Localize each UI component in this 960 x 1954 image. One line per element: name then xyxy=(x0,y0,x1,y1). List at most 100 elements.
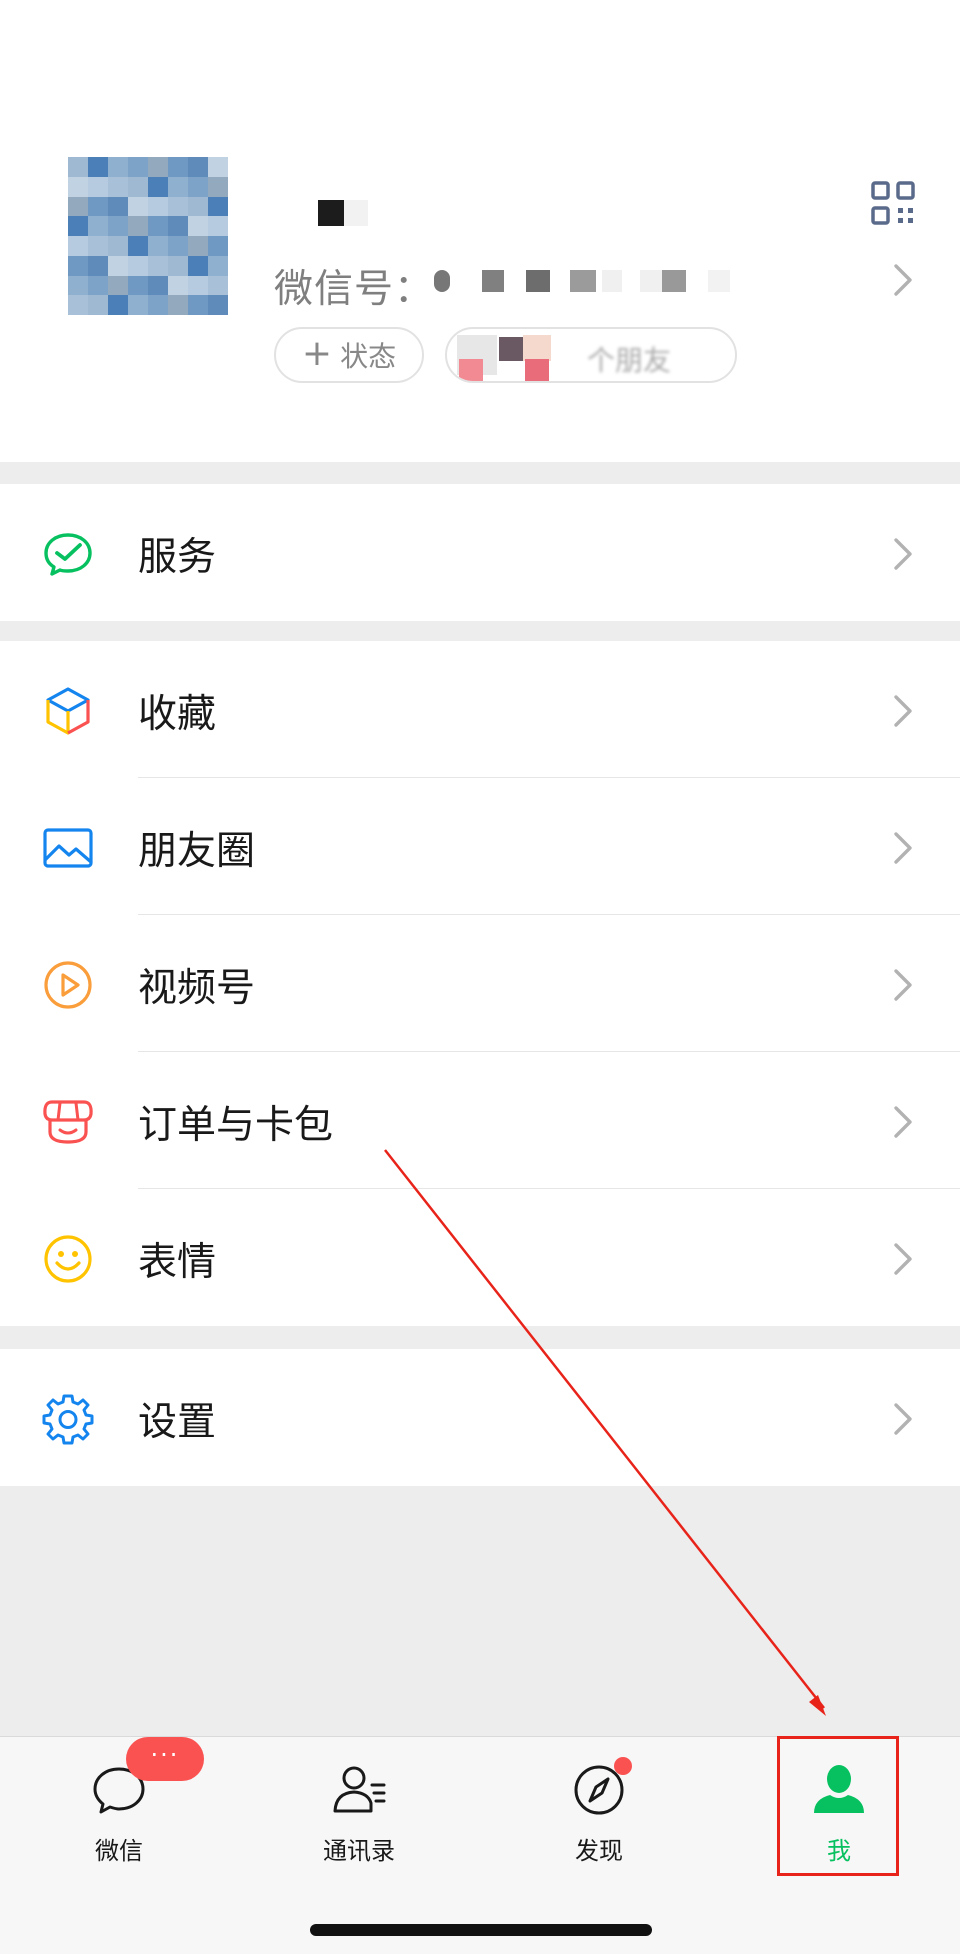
chevron-right-icon xyxy=(894,969,912,1001)
chevron-right-icon xyxy=(894,538,912,570)
chevron-right-icon xyxy=(894,695,912,727)
menu-item-orders-cards[interactable]: 订单与卡包 xyxy=(0,1052,960,1189)
avatar-mosaic-tile xyxy=(88,216,108,236)
avatar-mosaic-tile xyxy=(148,157,168,177)
avatar-mosaic-tile xyxy=(108,176,128,197)
avatar-mosaic-tile xyxy=(68,176,88,197)
avatar-mosaic-tile xyxy=(88,255,108,276)
cube-icon xyxy=(46,687,90,735)
avatar-mosaic-tile xyxy=(128,216,148,236)
avatar-mosaic-tile xyxy=(128,176,148,197)
plus-icon: + xyxy=(301,332,333,374)
avatar-mosaic-tile xyxy=(68,216,88,236)
tab-label-contacts: 通讯录 xyxy=(323,1837,395,1865)
menu-item-moments[interactable]: 朋友圈 xyxy=(0,778,960,915)
chevron-right-icon xyxy=(894,1403,912,1435)
avatar-mosaic-tile xyxy=(208,196,228,217)
menu-group-main: 收藏 朋友圈 视频号 订单与卡包 表情 xyxy=(0,641,960,1326)
avatar-mosaic-tile xyxy=(168,275,188,296)
tab-label-chats: 微信 xyxy=(95,1837,143,1865)
avatar-mosaic-tile xyxy=(168,196,188,217)
avatar-mosaic-tile xyxy=(208,176,228,197)
avatar-mosaic-tile xyxy=(88,176,108,197)
home-indicator[interactable] xyxy=(310,1924,652,1936)
friends-status-button[interactable]: 个朋友 xyxy=(445,327,737,383)
avatar-mosaic-tile xyxy=(108,295,128,315)
avatar-mosaic-tile xyxy=(108,196,128,217)
avatar-mosaic-tile xyxy=(168,216,188,236)
avatar-mosaic-tile xyxy=(148,236,168,256)
avatar-mosaic-tile xyxy=(208,236,228,256)
status-label: 状态 xyxy=(340,340,397,373)
avatar-mosaic-tile xyxy=(128,236,148,256)
avatar-mosaic-tile xyxy=(188,295,208,315)
menu-item-favorites[interactable]: 收藏 xyxy=(0,641,960,778)
friends-status-label: 个朋友 xyxy=(587,344,672,377)
menu-label-settings: 设置 xyxy=(138,1400,217,1445)
avatar-mosaic-tile xyxy=(68,236,88,256)
avatar-mosaic-tile xyxy=(208,295,228,315)
wechat-id-redacted xyxy=(430,266,730,294)
chevron-right-icon xyxy=(894,1106,912,1138)
avatar-mosaic-tile xyxy=(88,157,108,177)
avatar-mosaic-tile xyxy=(148,255,168,276)
avatar-mosaic-tile xyxy=(168,295,188,315)
menu-label-services: 服务 xyxy=(138,535,217,580)
annotation-highlight-box xyxy=(777,1736,899,1876)
avatar-mosaic-tile xyxy=(188,255,208,276)
tab-label-discover: 发现 xyxy=(575,1837,623,1865)
avatar-mosaic-tile xyxy=(188,157,208,177)
avatar-mosaic-tile xyxy=(88,236,108,256)
tab-contacts[interactable]: 通讯录 xyxy=(299,1761,419,1871)
menu-item-services[interactable]: 服务 xyxy=(0,484,960,621)
avatar-mosaic-tile xyxy=(188,216,208,236)
menu-group-services: 服务 xyxy=(0,484,960,621)
avatar[interactable] xyxy=(68,157,228,315)
avatar-mosaic-tile xyxy=(168,157,188,177)
avatar-mosaic-tile xyxy=(68,255,88,276)
contacts-icon xyxy=(333,1766,386,1813)
avatar-mosaic-tile xyxy=(148,196,168,217)
avatar-mosaic-tile xyxy=(208,275,228,296)
avatar-mosaic-tile xyxy=(128,157,148,177)
avatar-mosaic-tile xyxy=(168,176,188,197)
menu-label-orders-cards: 订单与卡包 xyxy=(138,1103,334,1148)
wechat-pay-icon xyxy=(44,533,92,576)
menu-label-moments: 朋友圈 xyxy=(138,829,256,874)
avatar-mosaic-tile xyxy=(148,295,168,315)
avatar-mosaic-tile xyxy=(108,236,128,256)
menu-label-favorites: 收藏 xyxy=(138,692,217,737)
menu-group-settings: 设置 xyxy=(0,1349,960,1486)
avatar-mosaic-tile xyxy=(148,216,168,236)
tab-discover[interactable]: 发现 xyxy=(539,1761,659,1871)
avatar-mosaic-tile xyxy=(208,255,228,276)
avatar-mosaic-tile xyxy=(68,157,88,177)
picture-icon xyxy=(43,828,93,868)
avatar-mosaic-tile xyxy=(148,275,168,296)
gear-icon xyxy=(42,1394,94,1445)
profile-chevron-right-icon[interactable] xyxy=(892,262,914,298)
avatar-mosaic-tile xyxy=(128,295,148,315)
avatar-mosaic-tile xyxy=(128,275,148,296)
chevron-right-icon xyxy=(894,1243,912,1275)
profile-header: 微信号： + 状态 个朋友 xyxy=(0,0,960,462)
avatar-mosaic-tile xyxy=(208,157,228,177)
avatar-mosaic-tile xyxy=(168,255,188,276)
avatar-mosaic-tile xyxy=(148,176,168,197)
add-status-button[interactable]: + 状态 xyxy=(274,327,424,383)
menu-label-stickers: 表情 xyxy=(138,1240,217,1285)
discover-new-dot xyxy=(614,1757,632,1775)
play-circle-icon xyxy=(44,961,92,1009)
avatar-mosaic-tile xyxy=(108,157,128,177)
menu-item-stickers[interactable]: 表情 xyxy=(0,1189,960,1326)
avatar-mosaic-tile xyxy=(128,196,148,217)
qr-code-icon[interactable] xyxy=(871,181,915,225)
menu-item-settings[interactable]: 设置 xyxy=(0,1349,960,1486)
menu-item-channels[interactable]: 视频号 xyxy=(0,915,960,1052)
chevron-right-icon xyxy=(894,832,912,864)
avatar-mosaic-tile xyxy=(188,176,208,197)
avatar-mosaic-tile xyxy=(128,255,148,276)
avatar-mosaic-tile xyxy=(188,275,208,296)
wechat-id-label: 微信号： xyxy=(274,267,435,312)
avatar-mosaic-tile xyxy=(168,236,188,256)
